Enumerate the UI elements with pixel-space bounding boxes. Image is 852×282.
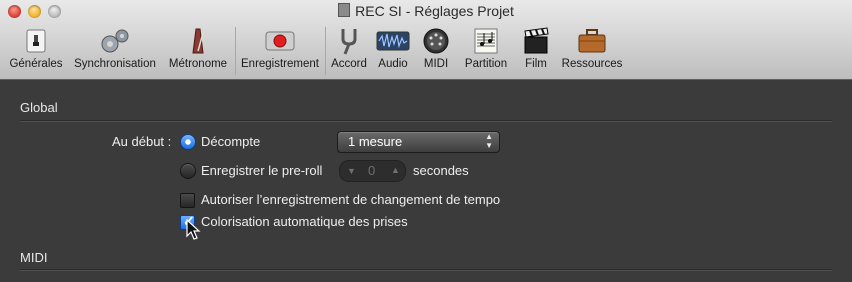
toolbar-label: Partition — [464, 58, 508, 70]
toolbar-label: Audio — [378, 58, 408, 70]
section-divider — [20, 120, 832, 122]
metronome-icon — [184, 27, 212, 55]
window-title-text: REC SI - Réglages Projet — [355, 3, 514, 19]
toolbar-metronome[interactable]: Métronome — [165, 27, 231, 75]
record-icon — [264, 27, 296, 55]
preroll-value: 0 — [368, 163, 376, 178]
toolbar-separator — [325, 27, 326, 75]
toolbar-label: Film — [525, 58, 547, 70]
toolbar-ressources[interactable]: Ressources — [560, 27, 624, 75]
toolbar-label: Métronome — [168, 58, 228, 70]
toolbar-label: Synchronisation — [74, 58, 156, 70]
tempo-label[interactable]: Autoriser l’enregistrement de changement… — [201, 192, 500, 207]
document-icon — [338, 3, 351, 17]
toolbar-label: Ressources — [561, 58, 623, 70]
briefcase-icon — [576, 27, 608, 55]
title-toolbar: REC SI - Réglages Projet Générales Synch… — [0, 0, 852, 80]
tuning-fork-icon — [335, 27, 363, 55]
preroll-label[interactable]: Enregistrer le pre-roll — [201, 163, 322, 178]
toolbar-film[interactable]: Film — [518, 27, 554, 75]
toolbar-generales[interactable]: Générales — [6, 27, 66, 75]
toolbar-separator — [235, 27, 236, 75]
toolbar-label: Enregistrement — [241, 58, 319, 70]
preroll-stepper[interactable]: ▼ 0 ▲ — [339, 160, 406, 182]
stepper-down-icon[interactable]: ▼ — [347, 166, 356, 176]
window-title: REC SI - Réglages Projet — [0, 3, 852, 21]
popup-arrows-icon: ▲ ▼ — [485, 132, 493, 150]
section-title-midi: MIDI — [20, 250, 48, 265]
toolbar-label: Accord — [331, 58, 367, 70]
decompte-radio[interactable] — [180, 134, 196, 150]
mesure-popup[interactable]: 1 mesure ▲ ▼ — [337, 131, 500, 153]
settings-content: Global Au début : Décompte 1 mesure ▲ ▼ E… — [0, 80, 852, 282]
section-divider — [20, 269, 832, 271]
decompte-label[interactable]: Décompte — [201, 134, 260, 149]
toolbar-label: Générales — [9, 58, 63, 70]
waveform-icon — [376, 27, 410, 55]
switch-icon — [22, 27, 50, 55]
toolbar-synchronisation[interactable]: Synchronisation — [70, 27, 160, 75]
stepper-up-icon[interactable]: ▲ — [391, 165, 400, 175]
au-debut-label: Au début : — [112, 134, 172, 149]
toolbar-audio[interactable]: Audio — [373, 27, 413, 75]
secondes-label: secondes — [413, 163, 469, 178]
preroll-radio[interactable] — [180, 163, 196, 179]
clapperboard-icon — [522, 27, 550, 55]
tempo-checkbox[interactable] — [180, 193, 195, 208]
toolbar-enregistrement[interactable]: Enregistrement — [238, 27, 322, 75]
gears-icon — [98, 27, 132, 55]
toolbar-accord[interactable]: Accord — [328, 27, 370, 75]
toolbar-partition[interactable]: Partition — [460, 27, 512, 75]
mouse-pointer-icon — [186, 219, 201, 240]
section-title-global: Global — [20, 100, 58, 115]
mesure-popup-value: 1 mesure — [348, 134, 403, 149]
toolbar-label: MIDI — [423, 58, 449, 70]
midi-connector-icon — [422, 27, 450, 55]
score-icon — [472, 27, 500, 55]
toolbar-midi[interactable]: MIDI — [417, 27, 455, 75]
toolbar: Générales Synchronisation Métronome Enre… — [0, 27, 852, 77]
colorisation-label[interactable]: Colorisation automatique des prises — [201, 214, 408, 229]
project-settings-window: REC SI - Réglages Projet Générales Synch… — [0, 0, 852, 282]
